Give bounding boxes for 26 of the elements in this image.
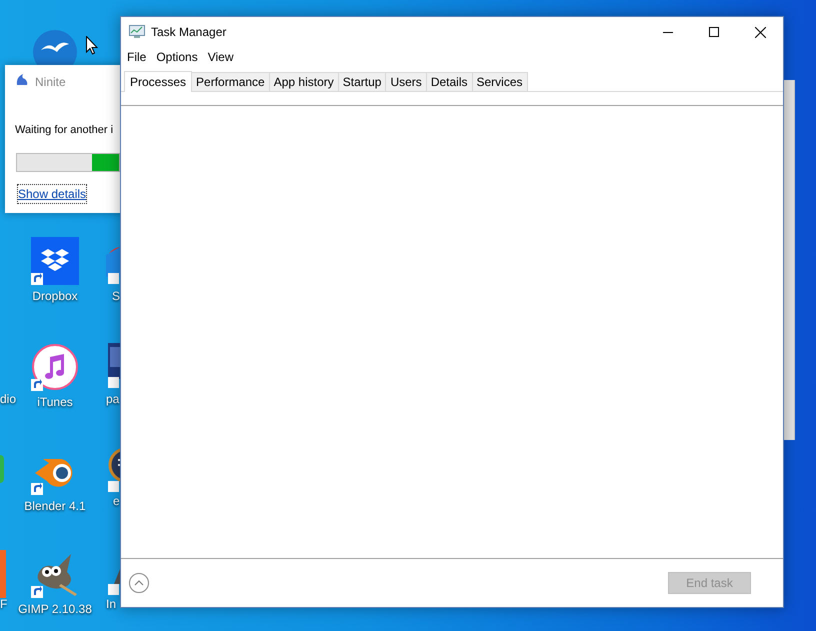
bird-icon — [15, 73, 29, 87]
box-icon[interactable] — [31, 237, 79, 285]
app-icon[interactable] — [106, 343, 120, 389]
chevron-up-icon — [134, 580, 144, 586]
app-icon[interactable] — [106, 447, 120, 493]
tab[interactable]: App history — [270, 72, 339, 91]
tab[interactable]: Processes — [124, 71, 192, 92]
window-title: Ninite — [35, 74, 66, 91]
bird-icon[interactable] — [31, 30, 79, 65]
expand-button[interactable] — [129, 573, 149, 593]
tab[interactable]: Details — [426, 72, 472, 91]
menu-item[interactable]: View — [204, 48, 236, 66]
maximize-icon — [709, 27, 719, 37]
status-text: Waiting for another i — [15, 123, 114, 138]
monitor-icon — [129, 25, 145, 39]
tab[interactable]: Users — [386, 72, 427, 91]
music-note-icon[interactable] — [31, 343, 79, 391]
window-title: Task Manager — [151, 24, 226, 41]
menu-item[interactable]: File — [124, 48, 150, 66]
tab[interactable]: Startup — [338, 72, 386, 91]
menu-item[interactable]: Options — [153, 48, 201, 66]
tab[interactable]: Services — [472, 72, 528, 91]
tab[interactable]: Performance — [192, 72, 270, 91]
show-details-link[interactable]: Show details — [18, 185, 86, 203]
close-icon — [754, 26, 766, 38]
cursor-icon — [86, 36, 98, 55]
